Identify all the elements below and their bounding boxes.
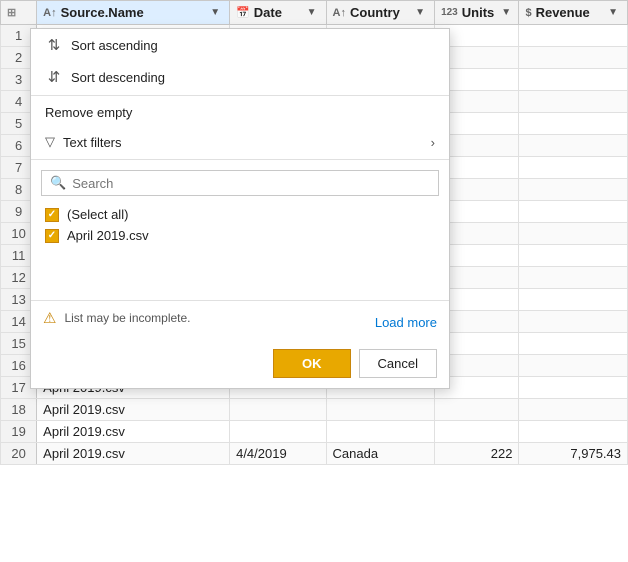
revenue-cell [519,25,628,47]
revenue-cell: 7,975.43 [519,443,628,465]
revenue-cell [519,47,628,69]
country-type-icon: A↑ [333,7,346,19]
remove-empty-label: Remove empty [45,105,132,120]
text-filters-label: Text filters [63,135,122,150]
revenue-cell [519,223,628,245]
sort-ascending-label: Sort ascending [71,38,158,53]
col-source-label: Source.Name [61,5,144,20]
load-more-link[interactable]: Load more [375,315,437,330]
col-revenue-label: Revenue [536,5,590,20]
units-cell: 222 [435,443,519,465]
cancel-button[interactable]: Cancel [359,349,437,378]
sort-desc-icon: ⇵ [45,68,63,86]
revenue-dropdown-button[interactable]: ▼ [605,6,621,19]
row-num-cell: 19 [1,421,37,443]
units-cell [435,399,519,421]
source-cell: April 2019.csv [37,399,230,421]
country-dropdown-button[interactable]: ▼ [412,6,428,19]
april-csv-item[interactable]: ✓ April 2019.csv [41,225,439,246]
text-filters-left: ▽ Text filters [45,134,122,150]
revenue-cell [519,355,628,377]
units-type-icon: 123 [441,7,458,18]
checkmark-icon: ✓ [48,209,56,220]
select-all-item[interactable]: ✓ (Select all) [41,204,439,225]
button-row: OK Cancel [31,343,449,388]
country-cell: Canada [326,443,435,465]
incomplete-warning-text: List may be incomplete. [64,311,190,325]
sort-asc-icon: ⇅ [45,36,63,54]
units-cell [435,421,519,443]
chevron-right-icon: › [431,135,435,150]
source-dropdown-button[interactable]: ▼ [207,6,223,19]
table-row[interactable]: 19 April 2019.csv [1,421,628,443]
col-date-label: Date [254,5,282,20]
row-num-cell: 20 [1,443,37,465]
source-type-icon: A↑ [43,7,56,19]
revenue-cell [519,201,628,223]
revenue-cell [519,113,628,135]
revenue-cell [519,289,628,311]
source-cell: April 2019.csv [37,421,230,443]
ok-button[interactable]: OK [273,349,351,378]
incomplete-warning: ⚠ List may be incomplete. [43,309,191,327]
revenue-cell [519,377,628,399]
source-cell: April 2019.csv [37,443,230,465]
date-dropdown-button[interactable]: ▼ [304,6,320,19]
filter-dropdown: ⇅ Sort ascending ⇵ Sort descending Remov… [30,28,450,389]
revenue-cell [519,333,628,355]
filter-icon: ▽ [45,134,55,150]
revenue-cell [519,311,628,333]
country-cell [326,421,435,443]
revenue-cell [519,157,628,179]
date-cell [230,421,326,443]
main-container: ⊞ A↑ Source.Name ▼ 📅 Date ▼ [0,0,628,562]
remove-empty-item[interactable]: Remove empty [31,98,449,127]
sort-ascending-item[interactable]: ⇅ Sort ascending [31,29,449,61]
search-container: 🔍 [31,162,449,200]
select-all-label: (Select all) [67,207,128,222]
search-icon: 🔍 [50,175,66,191]
april-csv-label: April 2019.csv [67,228,149,243]
date-type-icon: 📅 [236,6,250,19]
revenue-cell [519,267,628,289]
col-header-revenue[interactable]: $ Revenue ▼ [519,1,628,25]
row-num-icon: ⊞ [7,6,16,19]
search-input[interactable] [72,176,430,191]
select-all-checkbox[interactable]: ✓ [45,208,59,222]
revenue-cell [519,399,628,421]
dropdown-footer: ⚠ List may be incomplete. Load more [31,300,449,343]
warning-icon: ⚠ [43,309,56,327]
revenue-cell [519,135,628,157]
col-header-source[interactable]: A↑ Source.Name ▼ [37,1,230,25]
col-header-date[interactable]: 📅 Date ▼ [230,1,326,25]
warning-row: ⚠ List may be incomplete. Load more [43,309,437,335]
col-header-country[interactable]: A↑ Country ▼ [326,1,435,25]
revenue-cell [519,245,628,267]
divider-2 [31,159,449,160]
divider-1 [31,95,449,96]
col-header-rownum: ⊞ [1,1,37,25]
date-cell: 4/4/2019 [230,443,326,465]
revenue-cell [519,69,628,91]
units-dropdown-button[interactable]: ▼ [498,6,514,19]
col-country-label: Country [350,5,400,20]
sort-descending-label: Sort descending [71,70,165,85]
sort-descending-item[interactable]: ⇵ Sort descending [31,61,449,93]
revenue-cell [519,421,628,443]
april-csv-checkbox[interactable]: ✓ [45,229,59,243]
country-cell [326,399,435,421]
text-filters-item[interactable]: ▽ Text filters › [31,127,449,157]
date-cell [230,399,326,421]
revenue-type-icon: $ [525,7,531,19]
table-row[interactable]: 20 April 2019.csv 4/4/2019 Canada 222 7,… [1,443,628,465]
col-units-label: Units [462,5,495,20]
search-box: 🔍 [41,170,439,196]
row-num-cell: 18 [1,399,37,421]
col-header-units[interactable]: 123 Units ▼ [435,1,519,25]
filter-checklist: ✓ (Select all) ✓ April 2019.csv [31,200,449,300]
checkmark-icon-2: ✓ [48,230,56,241]
revenue-cell [519,91,628,113]
revenue-cell [519,179,628,201]
table-row[interactable]: 18 April 2019.csv [1,399,628,421]
